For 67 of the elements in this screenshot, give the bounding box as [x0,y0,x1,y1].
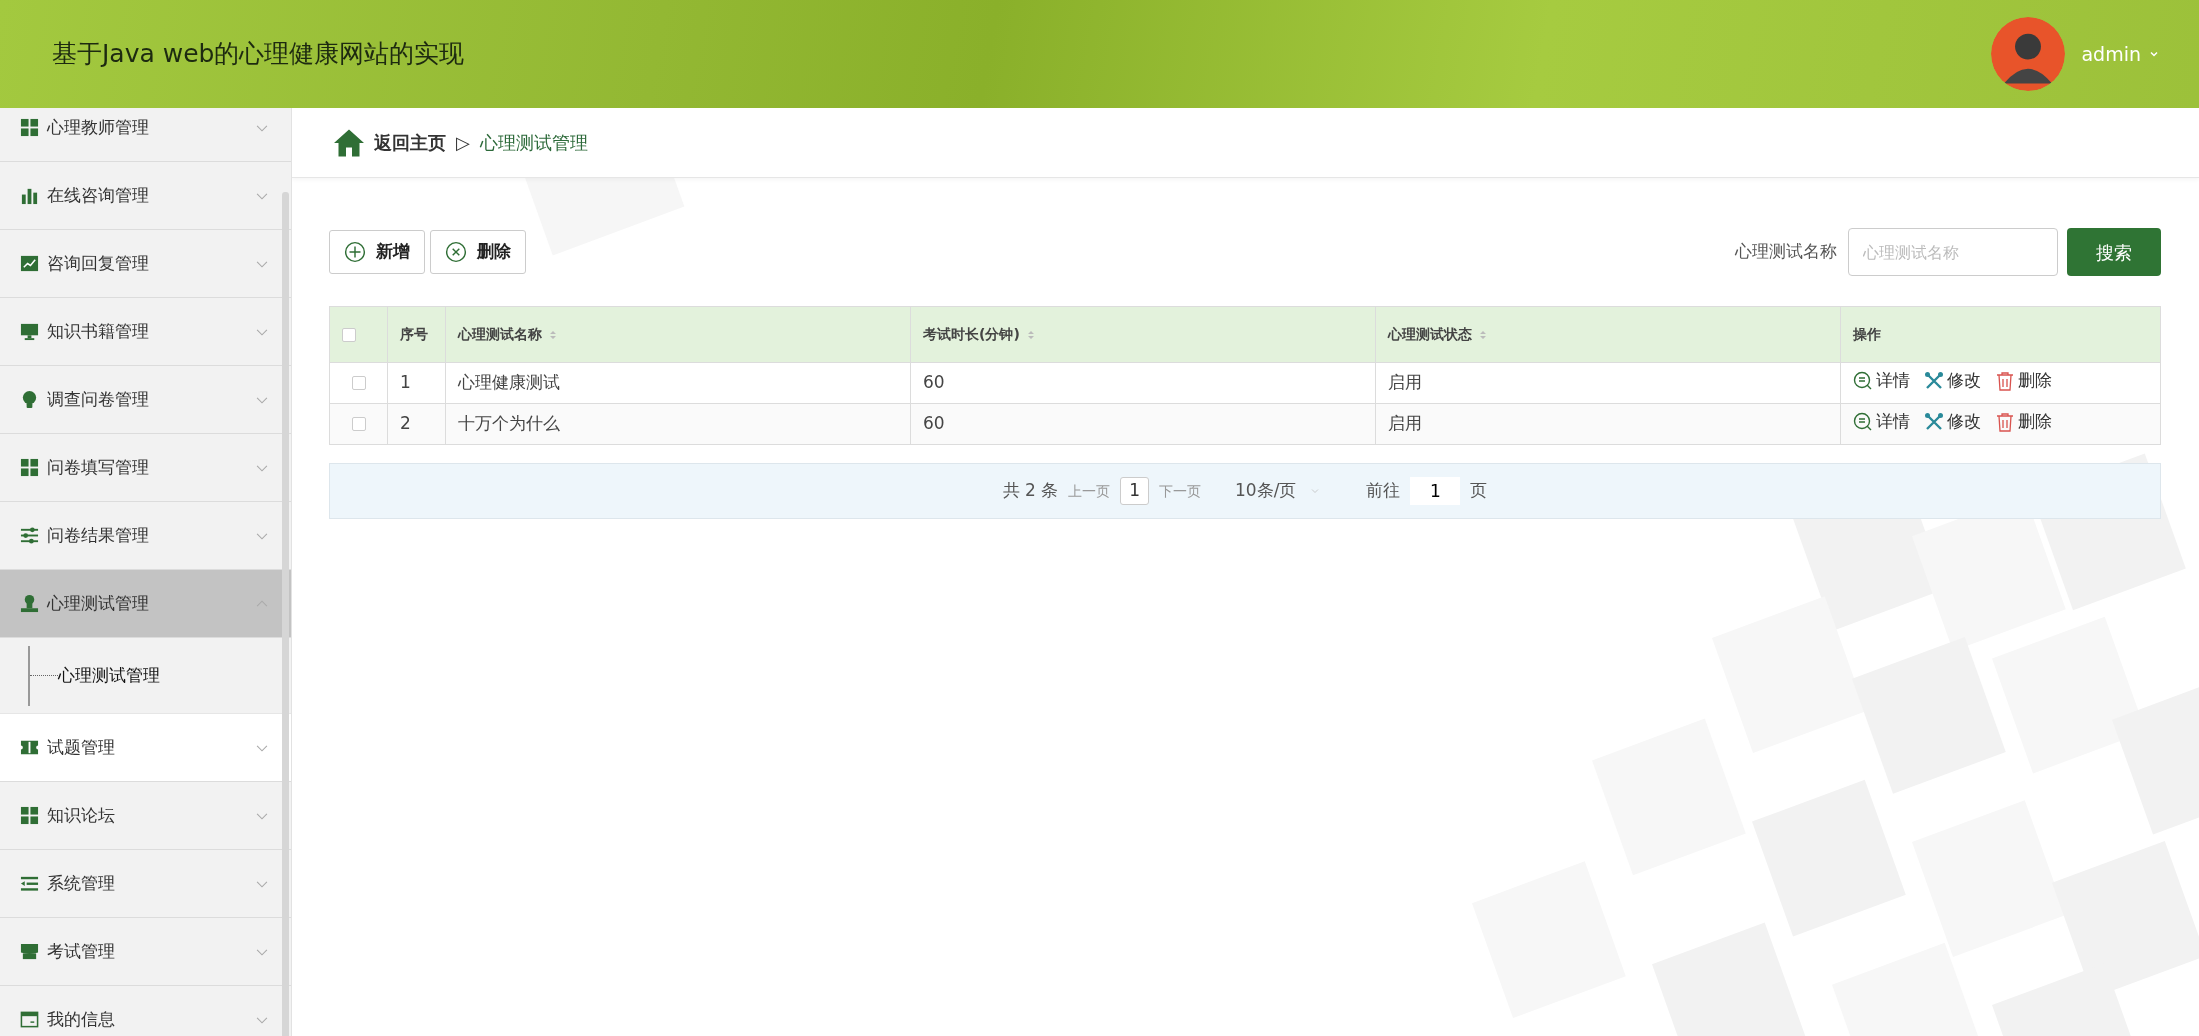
window-icon [20,1010,39,1029]
caret-icon [2149,49,2159,59]
column-header[interactable]: 心理测试状态 [1388,326,1472,342]
column-header: 序号 [400,326,428,342]
total-count: 共 2 条 [1002,479,1059,503]
person-icon [20,594,39,613]
current-page[interactable]: 1 [1120,477,1150,505]
search-button[interactable]: 搜索 [2067,228,2161,276]
bar-chart-icon [20,186,39,205]
table-cell: 十万个为什么 [458,413,560,434]
sidebar-item[interactable]: 心理教师管理 [0,108,291,162]
select-all-checkbox[interactable] [342,328,356,342]
home-icon [334,127,364,158]
delete-link[interactable]: 删除 [1995,367,2052,394]
edit-link[interactable]: 修改 [1924,408,1981,435]
wrench-icon [1924,370,1944,391]
detail-icon [1853,370,1873,391]
home-link[interactable]: 返回主页 [374,129,446,156]
detail-link[interactable]: 详情 [1853,408,1910,435]
edit-link[interactable]: 修改 [1924,367,1981,394]
ticket-icon [20,738,39,757]
delete-link[interactable]: 删除 [1995,408,2052,435]
table-cell: 2 [400,413,411,434]
goto-suffix: 页 [1470,479,1488,503]
table-cell: 启用 [1388,413,1422,434]
monitor-icon [20,322,39,341]
plus-circle-icon [344,241,366,263]
breadcrumb-separator: ▷ [456,131,470,155]
search-field[interactable]: 心理测试名称 [1848,228,2058,276]
grid-icon [20,806,39,825]
row-checkbox[interactable] [351,376,366,391]
breadcrumb-current: 心理测试管理 [479,131,588,155]
table-cell: 60 [923,372,945,393]
table-cell: 心理健康测试 [458,372,560,393]
table-cell: 1 [400,372,411,393]
sidebar-item[interactable]: 心理测试管理 [0,570,291,638]
goto-label: 前往 [1366,479,1401,503]
close-circle-icon [445,241,467,263]
trash-icon [1995,370,2015,391]
store-icon [20,942,39,961]
sidebar-item[interactable]: 试题管理 [0,714,291,782]
search-label: 心理测试名称 [1735,240,1837,264]
line-chart-icon [20,254,39,273]
detail-link[interactable]: 详情 [1853,367,1910,394]
wrench-icon [1924,411,1944,432]
table-cell: 启用 [1388,372,1422,393]
column-header[interactable]: 心理测试名称 [458,326,542,342]
submenu-item[interactable]: 心理测试管理 [58,662,160,689]
column-header[interactable]: 考试时长(分钟) [923,326,1020,342]
caret-icon [1310,486,1321,496]
column-header: 操作 [1853,326,1881,342]
row-checkbox[interactable] [351,417,366,432]
avatar[interactable] [1991,17,2066,91]
lightbulb-icon [20,390,39,409]
delete-button[interactable]: 删除 [430,230,526,274]
grid-icon [20,118,39,137]
add-button[interactable]: 新增 [329,230,425,274]
list-icon [20,874,39,893]
detail-icon [1853,411,1873,432]
scrollbar[interactable] [282,192,289,1036]
sliders-icon [20,526,39,545]
page-size-select[interactable]: 10条/页 [1235,478,1321,504]
table-cell: 60 [923,413,945,434]
grid-icon [20,458,39,477]
goto-page-field[interactable]: 1 [1410,477,1461,505]
trash-icon [1995,411,2015,432]
site-title: 基于Java web的心理健康网站的实现 [52,38,465,71]
